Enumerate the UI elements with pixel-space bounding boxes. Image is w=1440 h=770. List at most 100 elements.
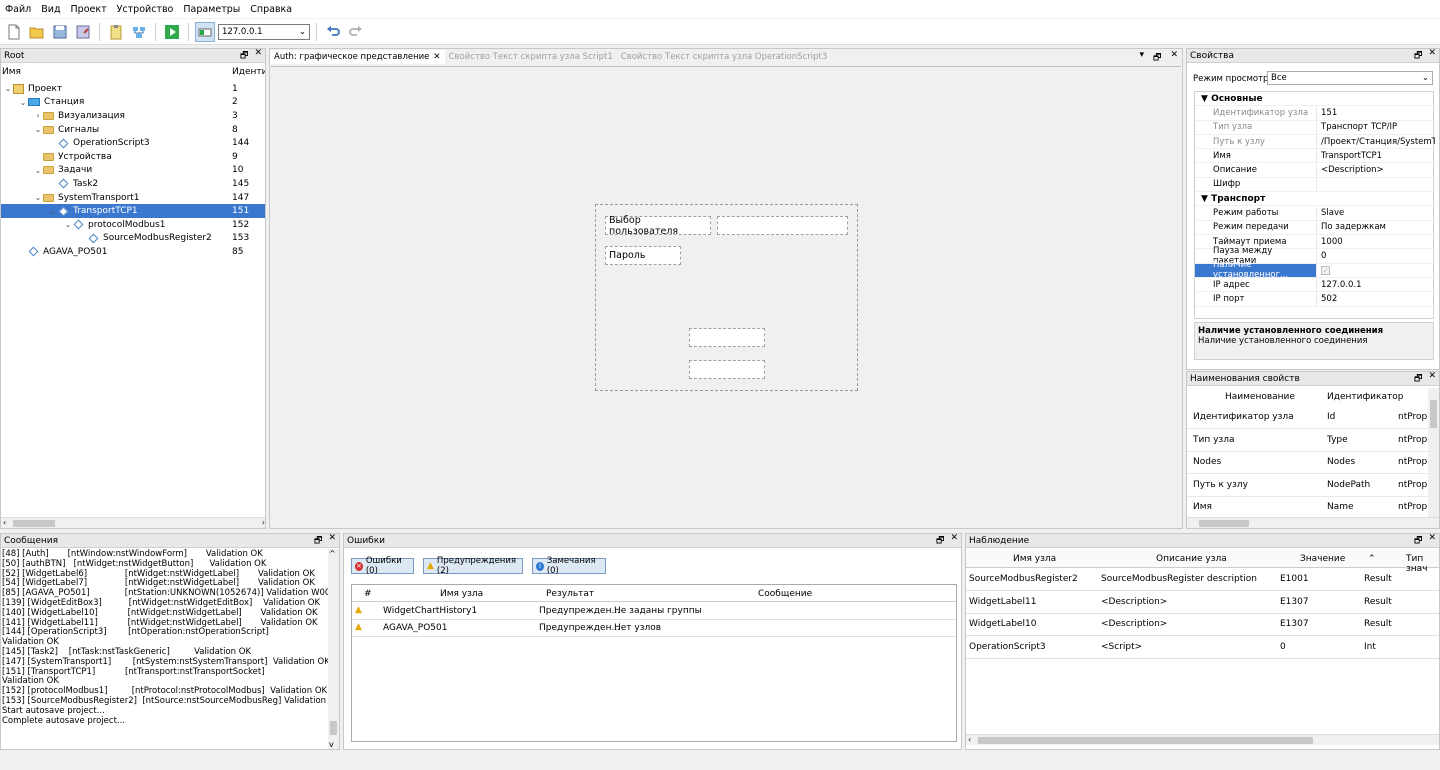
- property-value[interactable]: [1316, 177, 1435, 192]
- close-icon[interactable]: ✕: [950, 534, 958, 549]
- design-canvas[interactable]: Выбор пользователя Пароль: [271, 66, 1181, 528]
- category-transport[interactable]: ▼ Транспорт: [1195, 192, 1435, 207]
- redo-button[interactable]: [346, 22, 366, 42]
- close-icon[interactable]: ✕: [254, 49, 262, 64]
- column-id-header[interactable]: Идентис: [232, 67, 265, 77]
- property-row[interactable]: Режим передачи По задержкам: [1195, 220, 1435, 236]
- column-header[interactable]: Идентификатор: [1327, 392, 1403, 402]
- undo-button[interactable]: [323, 22, 343, 42]
- table-row[interactable]: WidgetLabel10 <Description> E1307 Result: [966, 614, 1439, 637]
- auth-window-form[interactable]: Выбор пользователя Пароль: [595, 204, 858, 391]
- table-row[interactable]: ▲ AGAVA_PO501 Предупрежден... Нет узлов: [352, 620, 956, 637]
- close-icon[interactable]: ✕: [328, 534, 336, 549]
- close-icon[interactable]: ✕: [433, 52, 440, 62]
- scroll-thumb[interactable]: [330, 721, 337, 735]
- float-icon[interactable]: 🗗: [1414, 534, 1422, 549]
- property-row[interactable]: IP порт 502: [1195, 292, 1435, 307]
- tree-item[interactable]: OperationScript3 144: [1, 136, 265, 150]
- tab-auth-graphic[interactable]: Auth: графическое представление ✕: [270, 50, 445, 64]
- tree-item[interactable]: Устройства 9: [1, 150, 265, 164]
- filter-notes-button[interactable]: i Замечания (0): [532, 556, 606, 576]
- column-header[interactable]: Наименование: [1225, 392, 1295, 402]
- network-button[interactable]: [129, 22, 149, 42]
- category-main[interactable]: ▼ Основные: [1195, 92, 1435, 107]
- scroll-thumb[interactable]: [1199, 520, 1249, 527]
- open-button[interactable]: [27, 22, 47, 42]
- column-header[interactable]: Сообщение: [758, 589, 812, 599]
- expand-down-icon[interactable]: ⌄: [33, 166, 43, 175]
- tree-item[interactable]: AGAVA_PO501 85: [1, 245, 265, 259]
- menu-device[interactable]: Устройство: [112, 4, 179, 15]
- tree-item[interactable]: ⌄ Проект 1: [1, 82, 265, 96]
- sort-icon[interactable]: ⌃: [1368, 554, 1376, 564]
- expand-down-icon[interactable]: ⌄: [3, 84, 13, 93]
- property-row[interactable]: Шифр: [1195, 177, 1435, 193]
- close-icon[interactable]: ✕: [1428, 49, 1436, 64]
- user-select-editbox[interactable]: [717, 216, 848, 235]
- table-row[interactable]: Путь к узлу NodePath ntProp: [1187, 475, 1429, 497]
- table-row[interactable]: OperationScript3 <Script> 0 Int: [966, 637, 1439, 659]
- column-header[interactable]: Значение: [1300, 554, 1345, 564]
- table-row[interactable]: Тип узла Type ntProp: [1187, 430, 1429, 452]
- column-name-header[interactable]: Имя: [2, 67, 21, 77]
- filter-warnings-button[interactable]: ▲ Предупреждения (2): [423, 556, 523, 576]
- new-file-button[interactable]: [4, 22, 24, 42]
- tree-item[interactable]: ⌄ Станция 2: [1, 96, 265, 110]
- property-value[interactable]: 151: [1316, 106, 1435, 120]
- column-header[interactable]: Описание узла: [1156, 554, 1227, 564]
- scroll-thumb[interactable]: [978, 737, 1313, 744]
- close-icon[interactable]: ✕: [1170, 50, 1178, 66]
- property-row[interactable]: Наличие установленног... ✓: [1195, 260, 1435, 280]
- scroll-left-icon[interactable]: ‹: [968, 735, 971, 744]
- scroll-left-icon[interactable]: ‹: [3, 518, 6, 527]
- watch-horizontal-scrollbar[interactable]: ‹: [966, 734, 1439, 745]
- column-header[interactable]: Имя узла: [440, 589, 483, 599]
- menu-settings[interactable]: Параметры: [178, 4, 245, 15]
- property-value[interactable]: 502: [1316, 292, 1435, 306]
- scroll-up-icon[interactable]: ^: [329, 549, 336, 558]
- tree-item[interactable]: ⌄ SystemTransport1 147: [1, 191, 265, 205]
- property-value[interactable]: /Проект/Станция/SystemTra...: [1316, 134, 1435, 149]
- tree-item[interactable]: ⌄ Сигналы 8: [1, 123, 265, 137]
- label-user-select[interactable]: Выбор пользователя: [605, 215, 711, 237]
- tree-item[interactable]: ⌄ TransportTCP1 151: [1, 204, 265, 218]
- close-icon[interactable]: ✕: [1428, 534, 1436, 549]
- save-as-button[interactable]: [73, 22, 93, 42]
- tree-item[interactable]: › Визуализация 3: [1, 109, 265, 123]
- property-row[interactable]: IP адрес 127.0.0.1: [1195, 278, 1435, 293]
- connect-toggle[interactable]: [195, 21, 215, 42]
- menu-project[interactable]: Проект: [66, 4, 112, 15]
- filter-errors-button[interactable]: × Ошибки (0): [351, 556, 414, 576]
- menu-view[interactable]: Вид: [36, 4, 65, 15]
- float-icon[interactable]: 🗗: [1414, 372, 1422, 387]
- property-value[interactable]: Slave: [1316, 206, 1435, 220]
- password-editbox[interactable]: [689, 328, 765, 347]
- expand-down-icon[interactable]: ⌄: [18, 98, 28, 107]
- prop-names-horizontal-scrollbar[interactable]: [1187, 517, 1439, 528]
- expand-down-icon[interactable]: ⌄: [63, 220, 73, 229]
- scroll-right-icon[interactable]: ›: [262, 518, 265, 527]
- property-value[interactable]: TransportTCP1: [1316, 149, 1435, 163]
- expand-down-icon[interactable]: ⌄: [33, 193, 43, 202]
- tree-item[interactable]: ⌄ Задачи 10: [1, 164, 265, 178]
- property-row[interactable]: Описание <Description>: [1195, 163, 1435, 178]
- menu-file[interactable]: Файл: [0, 4, 36, 15]
- table-row[interactable]: ▲ WidgetChartHistory1 Предупрежден... Не за…: [352, 603, 956, 620]
- label-password[interactable]: Пароль: [605, 246, 681, 265]
- tree-item[interactable]: ⌄ protocolModbus1 152: [1, 218, 265, 232]
- float-icon[interactable]: 🗗: [1153, 50, 1161, 66]
- table-row[interactable]: SourceModbusRegister2 SourceModbusRegiste…: [966, 569, 1439, 591]
- column-header[interactable]: Имя узла: [1013, 554, 1056, 564]
- messages-vertical-scrollbar[interactable]: ^ v: [328, 549, 339, 749]
- auth-button[interactable]: [689, 360, 765, 379]
- property-row[interactable]: Режим работы Slave: [1195, 206, 1435, 221]
- tab-list-icon[interactable]: ▾: [1139, 50, 1144, 66]
- address-combo[interactable]: 127.0.0.1 ⌄: [218, 23, 310, 40]
- property-row[interactable]: Имя TransportTCP1: [1195, 149, 1435, 164]
- property-value[interactable]: Транспорт TCP/IP: [1316, 120, 1435, 134]
- checkbox-icon[interactable]: ✓: [1321, 265, 1330, 275]
- tree-item[interactable]: Task2 145: [1, 177, 265, 191]
- view-mode-select[interactable]: Все ⌄: [1267, 71, 1433, 85]
- property-value[interactable]: ✓: [1316, 263, 1435, 277]
- close-icon[interactable]: ✕: [1428, 372, 1436, 387]
